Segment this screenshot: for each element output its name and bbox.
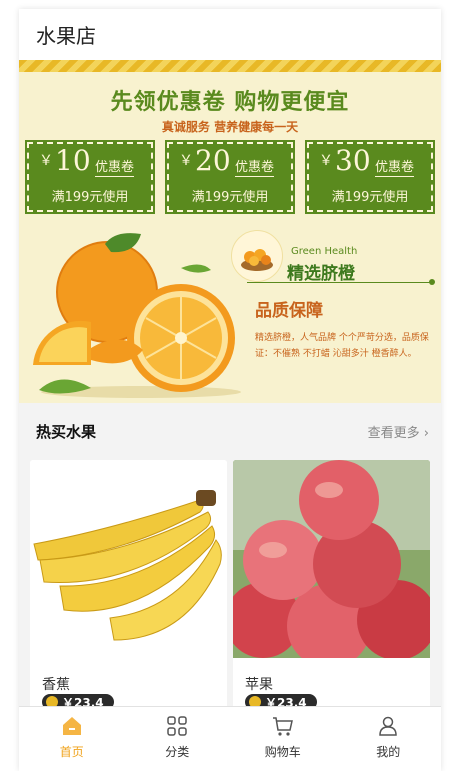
user-icon [379, 716, 398, 736]
chevron-right-icon: › [419, 426, 429, 441]
coupon-condition: 满199元使用 [191, 190, 269, 205]
coupon-label: 优惠卷 [375, 156, 415, 177]
banner-decoration [19, 60, 441, 72]
tab-category[interactable]: 分类 [125, 707, 231, 771]
tab-label: 购物车 [264, 745, 301, 759]
app-title: 水果店 [36, 24, 96, 48]
coupon-amount: 20 [195, 144, 231, 177]
banner-divider-dot [429, 279, 435, 285]
coupon-label: 优惠卷 [235, 156, 275, 177]
view-more-link[interactable]: 查看更多 › [368, 422, 429, 441]
banner-headline: 先领优惠卷 购物更便宜 [110, 90, 350, 115]
banana-image [30, 460, 227, 658]
quality-title: 品质保障 [255, 301, 323, 321]
fruit-basket-badge [231, 230, 283, 282]
section-title: 热买水果 [36, 423, 97, 441]
coupon-currency: ￥ [179, 153, 193, 169]
home-icon [62, 717, 81, 735]
product-card-apple[interactable]: 苹果 ￥23.4 [233, 460, 430, 710]
coupon-30[interactable]: ￥ 30 优惠卷 满199元使用 [305, 140, 435, 214]
quality-description: 精选脐橙，人气品牌 个个严苛分选，品质保证：不催熟 不打蜡 沁甜多汁 橙香醉人。 [255, 333, 429, 359]
green-health-label: Green Health [291, 246, 358, 257]
tab-label: 首页 [59, 745, 84, 759]
cart-icon [272, 717, 293, 736]
app-frame: 水果店 先领优惠卷 购物更便宜 真诚服务 营养健康每一天 ￥ 10 优惠卷 满1… [19, 9, 441, 771]
coupon-condition: 满199元使用 [51, 190, 129, 205]
grid-icon [167, 716, 187, 736]
product-card-banana[interactable]: 香蕉 ￥23.4 [30, 460, 227, 710]
tab-label: 分类 [165, 745, 190, 759]
banner-divider [247, 282, 433, 283]
app-header: 水果店 [19, 9, 441, 60]
hot-fruit-section-header: 热买水果 查看更多 › [19, 403, 441, 455]
coupon-amount: 30 [335, 144, 371, 177]
coupon-currency: ￥ [319, 153, 333, 169]
tab-profile[interactable]: 我的 [336, 707, 442, 771]
product-name: 香蕉 [42, 677, 70, 693]
green-health-title: 精选脐橙 [287, 264, 355, 284]
banner-subline: 真诚服务 营养健康每一天 [161, 120, 299, 134]
apple-image [233, 460, 430, 658]
orange-illustration [33, 233, 241, 398]
coupon-amount: 10 [55, 144, 91, 177]
bottom-tab-bar: 首页 分类 购物车 我的 [19, 706, 441, 771]
coupon-currency: ￥ [39, 153, 53, 169]
tab-label: 我的 [376, 745, 401, 759]
promo-banner[interactable]: 先领优惠卷 购物更便宜 真诚服务 营养健康每一天 ￥ 10 优惠卷 满199元使… [19, 60, 441, 403]
product-name: 苹果 [245, 677, 273, 693]
coupon-label: 优惠卷 [95, 156, 135, 177]
coupon-20[interactable]: ￥ 20 优惠卷 满199元使用 [165, 140, 295, 214]
tab-home[interactable]: 首页 [19, 707, 125, 771]
coupon-condition: 满199元使用 [331, 190, 409, 205]
coupon-10[interactable]: ￥ 10 优惠卷 满199元使用 [25, 140, 155, 214]
view-more-label: 查看更多 [367, 426, 420, 441]
tab-cart[interactable]: 购物车 [230, 707, 336, 771]
